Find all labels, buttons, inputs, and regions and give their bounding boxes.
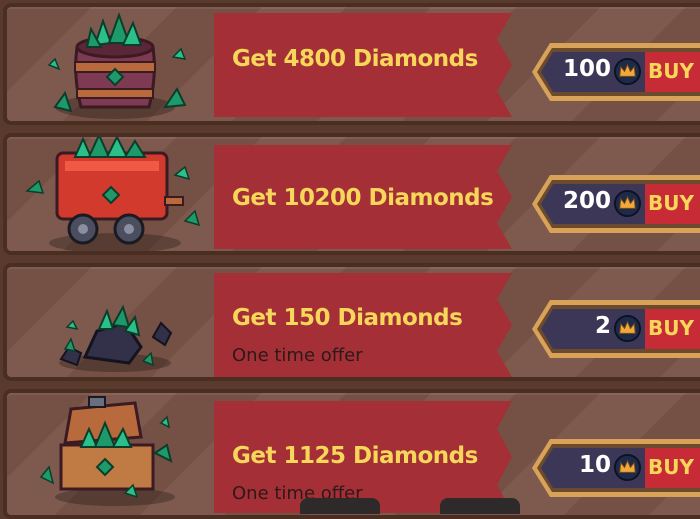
offer-banner: Get 10200 Diamonds bbox=[214, 145, 512, 249]
offer-row: Get 10200 Diamonds 200 BUY bbox=[3, 133, 700, 255]
diamond-chest-icon bbox=[39, 396, 175, 506]
offer-row: Get 150 Diamonds One time offer 2 BUY bbox=[3, 263, 700, 381]
buy-label: BUY bbox=[648, 455, 694, 479]
price-value: 100 bbox=[562, 56, 611, 82]
diamond-minecart-icon bbox=[25, 137, 201, 251]
crown-coin-icon bbox=[613, 314, 642, 343]
offer-subtitle: One time offer bbox=[232, 345, 363, 366]
crown-coin-icon bbox=[613, 453, 642, 482]
price-value: 200 bbox=[562, 188, 611, 214]
bottom-nav-tab[interactable] bbox=[300, 498, 380, 514]
offer-title: Get 10200 Diamonds bbox=[232, 185, 494, 211]
bottom-nav-tab[interactable] bbox=[440, 498, 520, 514]
offer-banner: Get 4800 Diamonds bbox=[214, 13, 512, 117]
buy-label: BUY bbox=[648, 59, 694, 83]
offer-banner: Get 150 Diamonds One time offer bbox=[214, 273, 512, 377]
offer-title: Get 150 Diamonds bbox=[232, 305, 463, 331]
buy-button[interactable]: 10 BUY bbox=[532, 439, 700, 497]
diamond-shop-list: Get 4800 Diamonds 100 BUY Get 10200 Diam… bbox=[0, 0, 700, 519]
offer-row: Get 4800 Diamonds 100 BUY bbox=[3, 3, 700, 125]
price-value: 10 bbox=[578, 452, 611, 478]
offer-title: Get 1125 Diamonds bbox=[232, 443, 478, 469]
buy-button[interactable]: 2 BUY bbox=[532, 300, 700, 358]
buy-button[interactable]: 200 BUY bbox=[532, 175, 700, 233]
buy-label: BUY bbox=[648, 191, 694, 215]
crown-coin-icon bbox=[613, 57, 642, 86]
offer-banner: Get 1125 Diamonds One time offer bbox=[214, 401, 512, 513]
offer-title: Get 4800 Diamonds bbox=[232, 46, 478, 72]
buy-button[interactable]: 100 BUY bbox=[532, 43, 700, 101]
diamond-rocks-icon bbox=[59, 304, 173, 372]
diamond-barrel-icon bbox=[47, 12, 187, 119]
price-value: 2 bbox=[594, 313, 611, 339]
buy-label: BUY bbox=[648, 316, 694, 340]
crown-coin-icon bbox=[613, 189, 642, 218]
